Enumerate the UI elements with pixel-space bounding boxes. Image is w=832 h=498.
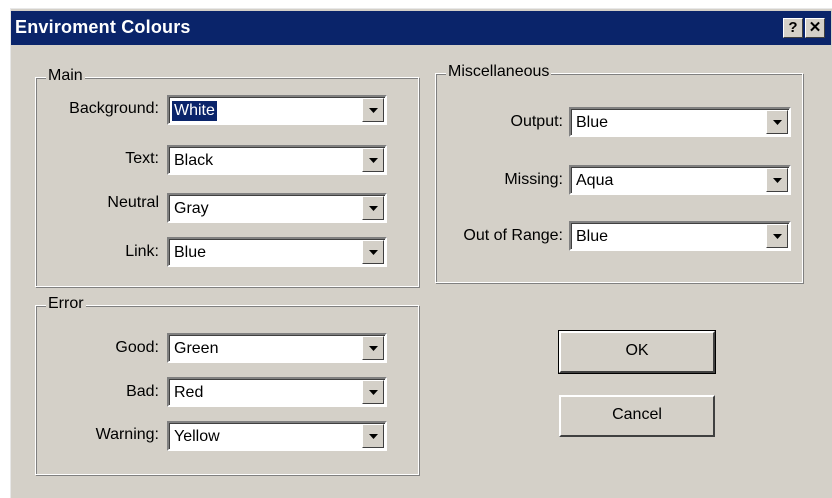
help-icon[interactable]: ?: [783, 18, 803, 38]
text-select[interactable]: Black: [167, 145, 387, 175]
warning-label: Warning:: [95, 426, 159, 443]
error-group-legend: Error: [46, 295, 86, 313]
out-of-range-label: Out of Range:: [463, 227, 563, 244]
window-title: Enviroment Colours: [15, 17, 191, 37]
chevron-down-icon[interactable]: [362, 424, 384, 448]
chevron-down-icon[interactable]: [766, 224, 788, 248]
background-label: Background:: [69, 100, 159, 117]
output-select[interactable]: Blue: [569, 107, 791, 137]
main-group-legend: Main: [46, 67, 85, 85]
chevron-down-icon[interactable]: [766, 110, 788, 134]
close-icon[interactable]: ✕: [805, 18, 825, 38]
missing-label: Missing:: [504, 171, 563, 188]
bad-label: Bad:: [126, 383, 159, 400]
output-value: Blue: [576, 114, 609, 131]
bad-value: Red: [174, 384, 204, 401]
missing-select[interactable]: Aqua: [569, 165, 791, 195]
missing-value: Aqua: [576, 172, 614, 189]
chevron-down-icon[interactable]: [362, 240, 384, 264]
text-label: Text:: [125, 150, 159, 167]
link-label: Link:: [125, 243, 159, 260]
miscellaneous-group-legend: Miscellaneous: [446, 63, 552, 81]
warning-select[interactable]: Yellow: [167, 421, 387, 451]
chevron-down-icon[interactable]: [766, 168, 788, 192]
chevron-down-icon[interactable]: [362, 98, 384, 122]
chevron-down-icon[interactable]: [362, 336, 384, 360]
neutral-label: Neutral: [107, 194, 159, 211]
good-label: Good:: [115, 339, 159, 356]
text-value: Black: [174, 152, 214, 169]
out-of-range-select[interactable]: Blue: [569, 221, 791, 251]
ok-button[interactable]: OK: [558, 330, 716, 374]
warning-value: Yellow: [174, 428, 220, 445]
good-select[interactable]: Green: [167, 333, 387, 363]
link-select[interactable]: Blue: [167, 237, 387, 267]
out-of-range-value: Blue: [576, 228, 609, 245]
bad-select[interactable]: Red: [167, 377, 387, 407]
output-label: Output:: [510, 113, 563, 130]
neutral-value: Gray: [174, 200, 209, 217]
environment-colours-dialog: Enviroment Colours ? ✕ Main Background: …: [10, 8, 832, 498]
chevron-down-icon[interactable]: [362, 148, 384, 172]
cancel-button[interactable]: Cancel: [559, 395, 715, 437]
good-value: Green: [174, 340, 219, 357]
title-bar[interactable]: Enviroment Colours ? ✕: [11, 11, 831, 45]
background-value: White: [172, 101, 217, 121]
chevron-down-icon[interactable]: [362, 196, 384, 220]
chevron-down-icon[interactable]: [362, 380, 384, 404]
link-value: Blue: [174, 244, 207, 261]
background-select[interactable]: White: [167, 95, 387, 125]
neutral-select[interactable]: Gray: [167, 193, 387, 223]
